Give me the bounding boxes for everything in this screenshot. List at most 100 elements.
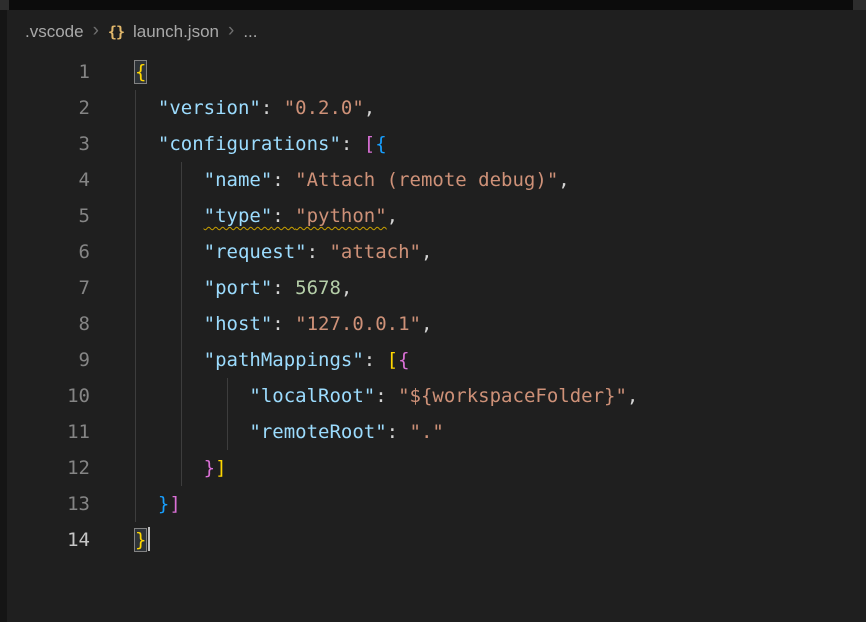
- editor-window: .vscode › {} launch.json › ... 1{2"versi…: [0, 0, 866, 622]
- code-token: "127.0.0.1": [295, 313, 421, 335]
- indent-guide: [181, 270, 204, 306]
- line-number[interactable]: 5: [7, 198, 90, 234]
- line-number[interactable]: 4: [7, 162, 90, 198]
- code-token: ,: [364, 97, 375, 119]
- code-token: :: [261, 97, 284, 119]
- line-number[interactable]: 12: [7, 450, 90, 486]
- code-token: ]: [169, 493, 180, 515]
- code-line-content[interactable]: "host": "127.0.0.1",: [90, 306, 432, 342]
- json-file-icon: {}: [108, 23, 124, 41]
- line-number[interactable]: 11: [7, 414, 90, 450]
- code-token: [: [364, 133, 375, 155]
- code-line-content[interactable]: {: [90, 54, 146, 90]
- code-line[interactable]: 4"name": "Attach (remote debug)",: [7, 162, 866, 198]
- chevron-right-icon: ›: [228, 21, 234, 43]
- code-line[interactable]: 3"configurations": [{: [7, 126, 866, 162]
- code-token: "remoteRoot": [249, 421, 386, 443]
- code-token: :: [272, 313, 295, 335]
- code-token: "configurations": [158, 133, 341, 155]
- breadcrumb-folder[interactable]: .vscode: [25, 22, 84, 42]
- code-token: ,: [421, 313, 432, 335]
- code-line[interactable]: 12}]: [7, 450, 866, 486]
- line-number[interactable]: 6: [7, 234, 90, 270]
- indent-guide: [135, 378, 181, 414]
- code-line-content[interactable]: "request": "attach",: [90, 234, 432, 270]
- code-token: "host": [204, 313, 273, 335]
- code-token: "attach": [329, 241, 421, 263]
- indent-guide: [135, 414, 181, 450]
- code-token: ,: [341, 277, 352, 299]
- code-line-content[interactable]: }]: [90, 450, 227, 486]
- indent-guide: [227, 414, 250, 450]
- indent-guide: [181, 342, 204, 378]
- code-line-content[interactable]: "configurations": [{: [90, 126, 387, 162]
- code-line-content[interactable]: "localRoot": "${workspaceFolder}",: [90, 378, 638, 414]
- code-token: 5678: [295, 277, 341, 299]
- indent-guide: [181, 162, 204, 198]
- breadcrumb-more[interactable]: ...: [243, 22, 257, 42]
- indent-guide: [135, 162, 181, 198]
- indent-guide: [135, 486, 158, 522]
- code-line-content[interactable]: }: [90, 522, 150, 558]
- tab-bar-left-segment: [0, 0, 9, 10]
- line-number[interactable]: 13: [7, 486, 90, 522]
- code-token: ]: [215, 457, 226, 479]
- indent-guide: [135, 234, 181, 270]
- code-token: "pathMappings": [204, 349, 364, 371]
- code-token: {: [135, 61, 146, 83]
- code-token: "name": [204, 169, 273, 191]
- code-token: :: [375, 385, 398, 407]
- code-token: "Attach (remote debug)": [295, 169, 558, 191]
- line-number[interactable]: 14: [7, 522, 90, 558]
- code-line[interactable]: 8"host": "127.0.0.1",: [7, 306, 866, 342]
- code-token: :: [272, 205, 295, 227]
- code-token: :: [341, 133, 364, 155]
- code-line[interactable]: 9"pathMappings": [{: [7, 342, 866, 378]
- code-line[interactable]: 2"version": "0.2.0",: [7, 90, 866, 126]
- code-line[interactable]: 11"remoteRoot": ".": [7, 414, 866, 450]
- line-number[interactable]: 3: [7, 126, 90, 162]
- indent-guide: [181, 378, 227, 414]
- code-line[interactable]: 5"type": "python",: [7, 198, 866, 234]
- code-token: ".": [410, 421, 444, 443]
- code-line-content[interactable]: "pathMappings": [{: [90, 342, 410, 378]
- indent-guide: [181, 234, 204, 270]
- code-token: [: [387, 349, 398, 371]
- line-number[interactable]: 9: [7, 342, 90, 378]
- code-line[interactable]: 1{: [7, 54, 866, 90]
- line-number[interactable]: 8: [7, 306, 90, 342]
- code-token: "python": [295, 205, 387, 227]
- code-token: "port": [204, 277, 273, 299]
- indent-guide: [181, 414, 227, 450]
- code-token: "version": [158, 97, 261, 119]
- code-line-content[interactable]: "version": "0.2.0",: [90, 90, 375, 126]
- code-line[interactable]: 6"request": "attach",: [7, 234, 866, 270]
- line-number[interactable]: 7: [7, 270, 90, 306]
- code-token: :: [364, 349, 387, 371]
- editor-lines: 1{2"version": "0.2.0",3"configurations":…: [7, 54, 866, 558]
- line-number[interactable]: 1: [7, 54, 90, 90]
- code-line-content[interactable]: "type": "python",: [90, 198, 398, 234]
- indent-guide: [135, 270, 181, 306]
- breadcrumb: .vscode › {} launch.json › ...: [7, 10, 866, 54]
- code-line[interactable]: 10"localRoot": "${workspaceFolder}",: [7, 378, 866, 414]
- code-token: }: [135, 529, 146, 551]
- code-token: }: [204, 457, 215, 479]
- code-token: ,: [387, 205, 398, 227]
- code-line[interactable]: 13}]: [7, 486, 866, 522]
- code-line[interactable]: 7"port": 5678,: [7, 270, 866, 306]
- indent-guide: [135, 306, 181, 342]
- code-line[interactable]: 14}: [7, 522, 866, 558]
- code-line-content[interactable]: "name": "Attach (remote debug)",: [90, 162, 570, 198]
- indent-guide: [181, 450, 204, 486]
- breadcrumb-file[interactable]: launch.json: [133, 22, 219, 42]
- code-line-content[interactable]: "remoteRoot": ".": [90, 414, 444, 450]
- text-cursor: [148, 527, 150, 551]
- tab-bar: [0, 0, 866, 10]
- line-number[interactable]: 2: [7, 90, 90, 126]
- line-number[interactable]: 10: [7, 378, 90, 414]
- code-line-content[interactable]: }]: [90, 486, 181, 522]
- indent-guide: [181, 198, 204, 234]
- code-line-content[interactable]: "port": 5678,: [90, 270, 352, 306]
- chevron-right-icon: ›: [93, 21, 99, 43]
